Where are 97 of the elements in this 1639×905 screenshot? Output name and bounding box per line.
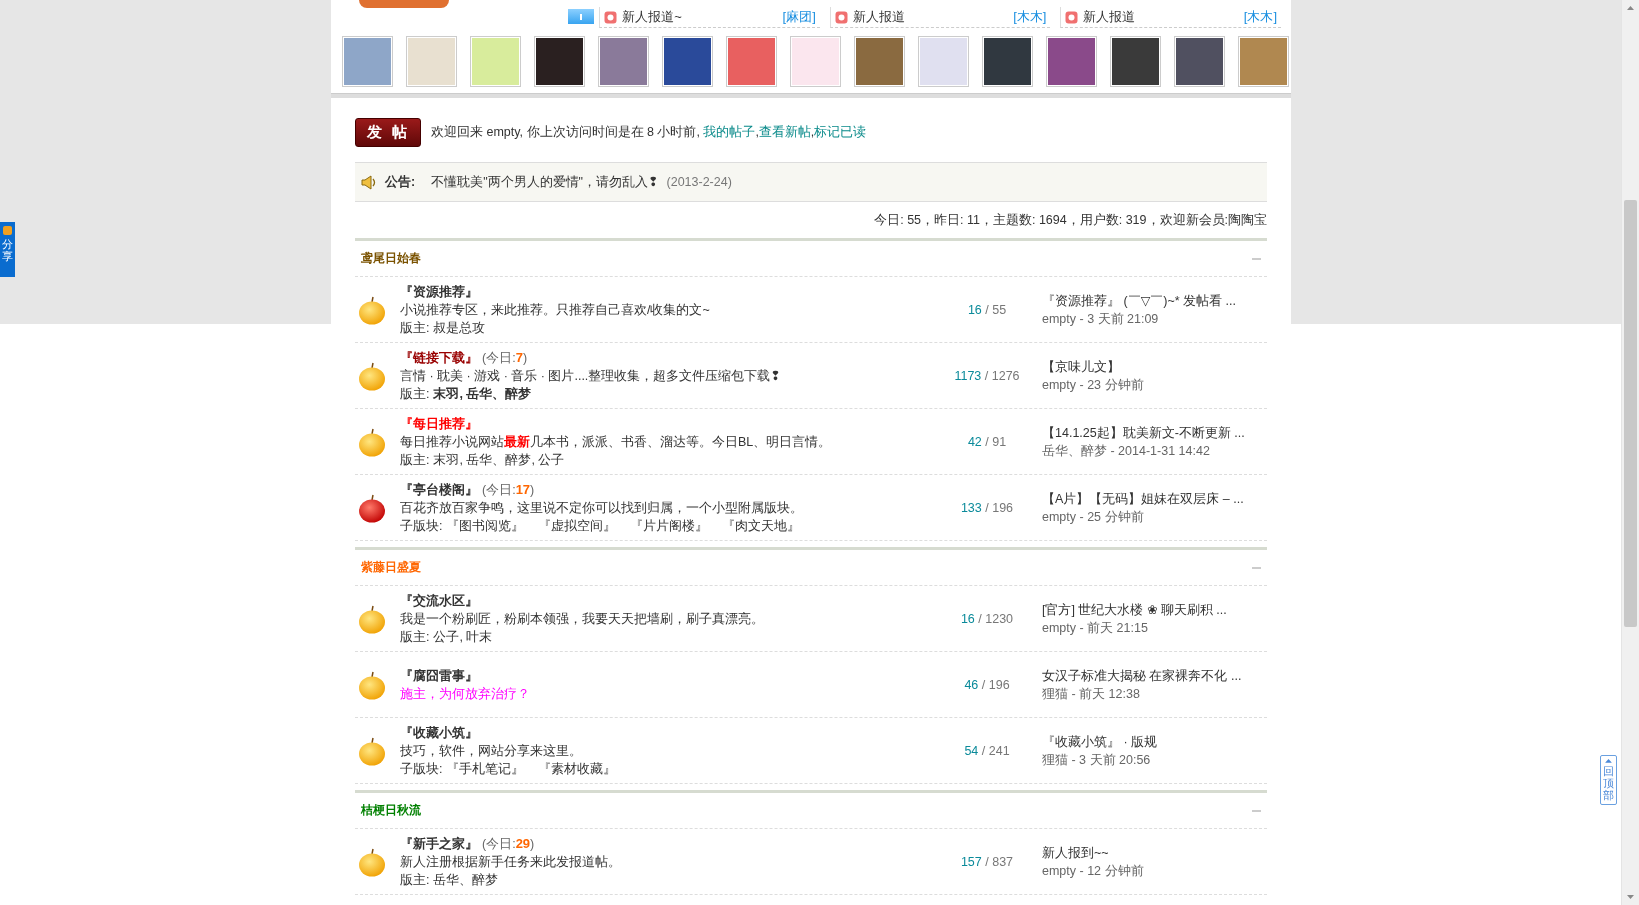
today-count: (今日:29)	[482, 834, 535, 853]
avatar-image[interactable]	[1046, 36, 1097, 87]
forum-description: 每日推荐小说网站最新几本书，派派、书香、溜达等。今日BL、明日言情。	[400, 433, 833, 451]
forum-title[interactable]: 『收藏小筑』	[400, 723, 478, 742]
topic-post-counts: 42 / 91	[966, 434, 1008, 449]
last-post-title[interactable]: 『资源推荐』 (￣▽￣)~* 发帖看 ...	[1042, 291, 1267, 310]
subforums-label: 子版块:	[400, 760, 443, 778]
today-count: (今日:17)	[482, 480, 535, 499]
last-post-byline: empty - 12 分钟前	[1042, 862, 1145, 880]
moderators-label: 版主:	[400, 385, 430, 403]
subforum-link[interactable]: 『肉文天地』	[722, 516, 801, 535]
post-button[interactable]: 发 帖	[355, 118, 421, 147]
last-post-byline: empty - 3 天前 21:09	[1042, 310, 1160, 328]
moderator-names[interactable]: 末羽, 岳华、醉梦, 公子	[433, 450, 565, 469]
subforum-link[interactable]: 『手札笔记』	[446, 759, 525, 778]
forum-description: 我是一个粉刷匠，粉刷本领强，我要天天把墙刷，刷子真漂亮。	[400, 610, 765, 628]
avatar-image[interactable]	[1110, 36, 1161, 87]
subforum-link[interactable]: 『片片阁楼』	[630, 516, 709, 535]
forum-title[interactable]: 『腐囧雷事』	[400, 666, 478, 685]
up-arrow-icon	[1604, 759, 1613, 763]
topic-post-counts: 16 / 1230	[959, 611, 1015, 626]
last-post-title[interactable]: 『收藏小筑』 · 版规	[1042, 732, 1267, 751]
forum-description: 言情 · 耽美 · 游戏 · 音乐 · 图片....整理收集，超多文件压缩包下载❢	[400, 367, 782, 385]
moderators-label: 版主:	[400, 871, 430, 889]
last-post-byline: empty - 25 分钟前	[1042, 508, 1145, 526]
topic-post-counts: 157 / 837	[959, 854, 1015, 869]
forum-description: 百花齐放百家争鸣，这里说不定你可以找到归属，一个小型附属版块。	[400, 499, 804, 517]
avatar-image[interactable]	[662, 36, 713, 87]
moderators-label: 版主:	[400, 451, 430, 469]
collapse-icon[interactable]	[1252, 257, 1261, 260]
scrollbar-thumb[interactable]	[1624, 200, 1637, 627]
moderator-names[interactable]: 岳华、醉梦	[433, 870, 499, 889]
welcome-link[interactable]: 我的帖子	[703, 125, 756, 139]
last-post-byline: empty - 23 分钟前	[1042, 376, 1145, 394]
news-title[interactable]: 新人报道	[852, 8, 1009, 26]
topic-post-counts: 16 / 55	[966, 302, 1008, 317]
last-post-title[interactable]: [官方] 世纪大水楼 ❀ 聊天刷积 ...	[1042, 600, 1267, 619]
badge-icon	[834, 10, 848, 24]
forum-stats: 今日: 55，昨日: 11，主题数: 1694，用户数: 319，欢迎新会员:陶陶宝	[873, 212, 1267, 229]
news-author[interactable]: [木木]	[1243, 8, 1277, 26]
last-post-title[interactable]: 【A片】【无码】姐妹在双层床 – ...	[1042, 489, 1267, 508]
megaphone-icon	[361, 174, 377, 190]
forum-description: 施主，为何放弃治疗？	[400, 685, 531, 703]
topic-post-counts: 54 / 241	[963, 743, 1011, 758]
announcement-label: 公告:	[385, 173, 416, 191]
announcement-text[interactable]: 不懂耽美"两个男人的爱情"，请勿乱入❢	[431, 173, 659, 191]
section-title[interactable]: 桔梗日秋流	[361, 802, 421, 819]
forum-title[interactable]: 『链接下载』	[400, 348, 478, 367]
subforums-label: 子版块:	[400, 517, 443, 535]
last-post-byline: empty - 前天 21:15	[1042, 619, 1149, 637]
badge-icon	[604, 10, 618, 24]
news-author[interactable]: [麻团]	[782, 8, 816, 26]
today-count: (今日:7)	[482, 348, 528, 367]
news-title[interactable]: 新人报道~	[622, 8, 778, 26]
forum-title[interactable]: 『交流水区』	[400, 591, 478, 610]
avatar-image[interactable]	[1174, 36, 1225, 87]
topic-post-counts: 46 / 196	[963, 677, 1011, 692]
share-logo-icon	[3, 226, 12, 235]
topic-post-counts: 1173 / 1276	[953, 368, 1021, 383]
subforum-link[interactable]: 『素材收藏』	[538, 759, 617, 778]
last-post-title[interactable]: 【14.1.25起】耽美新文-不断更新 ...	[1042, 423, 1267, 442]
subforum-link[interactable]: 『图书阅览』	[446, 516, 525, 535]
forum-description: 技巧，软件，网站分享来这里。	[400, 742, 583, 760]
back-to-top-button[interactable]: 回顶部	[1600, 755, 1617, 805]
welcome-link[interactable]: 标记已读	[814, 125, 867, 139]
last-post-title[interactable]: 新人报到~~	[1042, 843, 1267, 862]
moderator-names[interactable]: 公子, 叶末	[433, 627, 493, 646]
announcement-date: (2013-2-24)	[666, 175, 732, 189]
forum-title[interactable]: 『亭台楼阁』	[400, 480, 478, 499]
forum-title[interactable]: 『新手之家』	[400, 834, 478, 853]
last-post-title[interactable]: 【京味儿文】	[1042, 357, 1267, 376]
news-title[interactable]: 新人报道	[1083, 8, 1239, 26]
last-post-byline: 狸猫 - 3 天前 20:56	[1042, 751, 1152, 769]
moderator-names[interactable]: 叔是总攻	[433, 318, 486, 337]
moderator-names[interactable]: 末羽, 岳华、醉梦	[433, 384, 532, 403]
topic-post-counts: 133 / 196	[959, 500, 1015, 515]
info-button[interactable]	[568, 9, 594, 24]
moderators-label: 版主:	[400, 628, 430, 646]
news-author[interactable]: [木木]	[1013, 8, 1047, 26]
forum-description: 小说推荐专区，来此推荐。只推荐自己喜欢/收集的文~	[400, 301, 711, 319]
welcome-message: 欢迎回来 empty, 你上次访问时间是在 8 小时前, 我的帖子,查看新帖,标记已读	[431, 124, 867, 141]
share-tab[interactable]: 分享	[0, 222, 15, 277]
forum-title[interactable]: 『资源推荐』	[400, 282, 478, 301]
last-post-byline: 岳华、醉梦 - 2014-1-31 14:42	[1042, 442, 1211, 460]
badge-icon	[1065, 10, 1079, 24]
collapse-icon[interactable]	[1252, 566, 1261, 569]
moderators-label: 版主:	[400, 319, 430, 337]
avatar-image[interactable]	[534, 36, 585, 87]
last-post-title[interactable]: 女汉子标准大揭秘 在家裸奔不化 ...	[1042, 666, 1267, 685]
forum-title[interactable]: 『每日推荐』	[400, 414, 478, 433]
last-post-byline: 狸猫 - 前天 12:38	[1042, 685, 1141, 703]
forum-description: 新人注册根据新手任务来此发报道帖。	[400, 853, 622, 871]
section-title[interactable]: 鸢尾日始春	[361, 250, 421, 267]
scrollbar[interactable]	[1621, 0, 1639, 905]
subforum-link[interactable]: 『虚拟空间』	[538, 516, 617, 535]
avatar-image[interactable]	[982, 36, 1033, 87]
collapse-icon[interactable]	[1252, 809, 1261, 812]
